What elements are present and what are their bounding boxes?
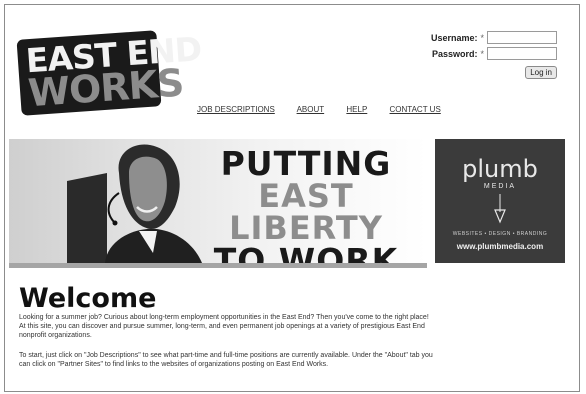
- nav-help[interactable]: HELP: [346, 105, 367, 114]
- username-input[interactable]: [487, 31, 557, 44]
- tagline-line-1: PUTTING: [220, 144, 392, 183]
- nav-contact-us[interactable]: CONTACT US: [390, 105, 441, 114]
- username-required-mark: *: [480, 32, 484, 43]
- login-button[interactable]: Log in: [525, 66, 557, 79]
- main-nav: JOB DESCRIPTIONS ABOUT HELP CONTACT US: [197, 105, 461, 114]
- plumb-bob-icon: [494, 194, 506, 224]
- username-row: Username: *: [431, 31, 557, 44]
- password-label: Password:: [431, 48, 478, 59]
- ad-services: WEBSITES • DESIGN • BRANDING: [452, 231, 548, 237]
- hero-banner: PUTTING EAST LIBERTY TO WORK: [9, 139, 427, 268]
- tagline-line-2: EAST LIBERTY: [229, 177, 383, 247]
- page-frame: EAST END WORKS Username: * Password: * L…: [4, 4, 580, 392]
- site-logo[interactable]: EAST END WORKS: [16, 29, 202, 116]
- login-form: Username: * Password: * Log in: [431, 31, 557, 79]
- username-label: Username:: [430, 32, 478, 43]
- password-required-mark: *: [480, 48, 484, 59]
- ad-url: www.plumbmedia.com: [456, 242, 544, 251]
- nav-job-descriptions[interactable]: JOB DESCRIPTIONS: [197, 105, 275, 114]
- instructions-paragraph: To start, just click on "Job Description…: [19, 352, 433, 368]
- password-input[interactable]: [487, 47, 557, 60]
- plumb-media-ad[interactable]: plumb MEDIA WEBSITES • DESIGN • BRANDING…: [435, 139, 565, 263]
- banner-tagline: PUTTING EAST LIBERTY TO WORK: [191, 144, 421, 268]
- nav-about[interactable]: ABOUT: [297, 105, 325, 114]
- tagline-line-3: TO WORK: [213, 241, 399, 268]
- logo-line-2: WORKS: [26, 60, 185, 116]
- ad-brand: plumb: [462, 155, 538, 183]
- password-row: Password: *: [431, 47, 557, 60]
- page-heading: Welcome: [19, 283, 157, 314]
- intro-paragraph: Looking for a summer job? Curious about …: [19, 314, 429, 339]
- ad-sub: MEDIA: [483, 183, 517, 190]
